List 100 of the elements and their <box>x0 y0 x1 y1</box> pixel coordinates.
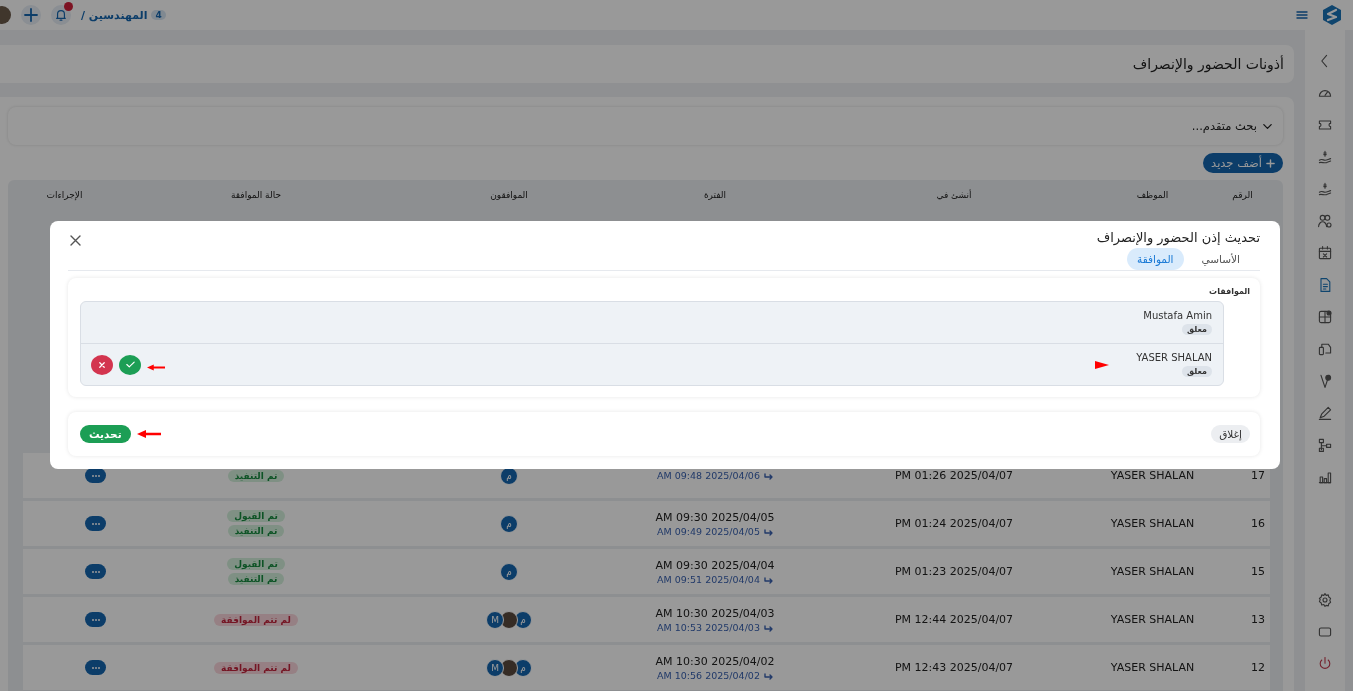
row-number: 12 <box>1251 661 1265 674</box>
count-badge: 4 <box>151 10 166 20</box>
period-end: AM 10:56 2025/04/02 <box>657 669 760 681</box>
plus-icon <box>1266 158 1275 168</box>
close-icon <box>70 235 81 246</box>
breadcrumb-link[interactable]: المهندسين / <box>81 8 148 22</box>
status-tag: تم القبول <box>227 558 285 570</box>
period-start: AM 10:30 2025/04/03 <box>655 606 775 620</box>
page-title: أذونات الحضور والإنصراف <box>0 45 1294 83</box>
rectangle-icon <box>1317 624 1333 640</box>
settings-icon <box>1317 592 1333 608</box>
column-header: الموافقون <box>490 190 528 200</box>
created-at: PM 12:43 2025/04/07 <box>894 661 1014 674</box>
status-tag: معلق <box>1182 324 1212 335</box>
reject-button[interactable] <box>91 354 113 375</box>
approver-avatar: م <box>500 514 518 533</box>
period-start: AM 09:30 2025/04/04 <box>655 558 775 572</box>
menu-icon[interactable] <box>1295 8 1309 22</box>
status-tag: تم القبول <box>227 510 285 522</box>
dots-icon <box>89 521 102 526</box>
advanced-search-toggle[interactable]: بحث متقدم... <box>8 107 1283 145</box>
created-at: PM 01:23 2025/04/07 <box>894 565 1014 578</box>
add-button[interactable] <box>21 5 41 25</box>
approver-name: YASER SHALAN <box>1136 352 1212 363</box>
column-header: الموظف <box>1136 190 1169 200</box>
tab[interactable]: الأساسي <box>1191 248 1250 270</box>
money-hand-icon <box>1317 181 1333 197</box>
column-header: حالة الموافقة <box>231 190 281 200</box>
status-tag: لم تتم الموافقة <box>214 613 298 626</box>
plus-icon <box>24 8 38 22</box>
row-number: 16 <box>1251 517 1265 530</box>
row-number: 13 <box>1251 613 1265 626</box>
status-tag: تم التنفيذ <box>227 525 285 537</box>
employee-name: YASER SHALAN <box>1110 613 1195 626</box>
users-gear-icon <box>1317 213 1333 229</box>
status-tag: لم تتم الموافقة <box>214 661 298 674</box>
status-tag: تم التنفيذ <box>227 573 285 585</box>
approver-avatar: M <box>486 610 504 629</box>
created-at: PM 01:26 2025/04/07 <box>894 469 1014 482</box>
employee-name: YASER SHALAN <box>1110 661 1195 674</box>
dialog-title: تحديث إذن الحضور والإنصراف <box>1096 230 1260 245</box>
approve-button[interactable] <box>119 354 141 375</box>
dots-icon <box>89 473 102 478</box>
check-icon <box>125 360 135 369</box>
return-arrow-icon <box>762 574 773 584</box>
return-arrow-icon <box>762 622 773 632</box>
employee-name: YASER SHALAN <box>1110 469 1195 482</box>
row-number: 17 <box>1251 469 1265 482</box>
power-icon <box>1317 656 1333 672</box>
approver-avatar: م <box>514 610 532 629</box>
dots-icon <box>89 617 102 622</box>
status-tag: تم التنفيذ <box>227 469 285 482</box>
tab[interactable]: الموافقة <box>1127 248 1184 270</box>
status-tag: معلق <box>1182 366 1212 377</box>
grid-icon <box>1317 309 1333 325</box>
logo-icon[interactable] <box>1321 4 1343 26</box>
close-dialog-button[interactable]: إغلاق <box>1211 425 1250 443</box>
return-arrow-icon <box>762 670 773 680</box>
update-button[interactable]: تحديث <box>80 425 131 443</box>
return-arrow-icon <box>762 526 773 536</box>
column-header: الرقم <box>1232 190 1253 200</box>
dots-icon <box>89 569 102 574</box>
annotation-arrow-icon <box>1095 359 1110 370</box>
notification-badge <box>64 2 73 11</box>
period-end: AM 09:49 2025/04/05 <box>657 525 760 537</box>
return-arrow-icon <box>762 471 773 480</box>
approver-avatar: م <box>500 562 518 581</box>
created-at: PM 01:24 2025/04/07 <box>894 517 1014 530</box>
employee-name: YASER SHALAN <box>1110 565 1195 578</box>
close-button[interactable] <box>70 235 81 246</box>
document-icon <box>1317 277 1333 293</box>
tree-icon <box>1317 437 1333 453</box>
money-hand-icon <box>1317 149 1333 165</box>
period-start: AM 10:30 2025/04/02 <box>655 654 775 668</box>
approver-name: Mustafa Amin <box>1143 310 1212 321</box>
column-header: الفترة <box>703 190 727 200</box>
pen-icon <box>1317 405 1333 421</box>
column-header: الإجراءات <box>46 190 83 200</box>
annotation-arrow-icon <box>147 363 165 372</box>
row-number: 15 <box>1251 565 1265 578</box>
employee-name: YASER SHALAN <box>1110 517 1195 530</box>
period-start: AM 09:30 2025/04/05 <box>655 510 775 524</box>
cards-icon <box>1317 341 1333 357</box>
approver-avatar: M <box>486 658 504 677</box>
annotation-arrow-icon <box>136 429 161 439</box>
period-end: AM 09:48 2025/04/06 <box>657 470 760 481</box>
add-new-button[interactable]: أضف جديد <box>1203 153 1283 173</box>
calendar-x-icon <box>1317 245 1333 261</box>
approver-avatar <box>500 610 518 629</box>
bell-icon <box>55 8 67 22</box>
approver-avatar: م <box>514 658 532 677</box>
created-at: PM 12:44 2025/04/07 <box>894 613 1014 626</box>
close-icon <box>98 360 106 369</box>
column-header: أنشئ في <box>936 190 972 200</box>
period-end: AM 09:51 2025/04/04 <box>657 573 760 585</box>
bar-chart-icon <box>1317 469 1333 485</box>
dots-icon <box>89 665 102 670</box>
ticket-icon <box>1317 117 1333 133</box>
section-label: الموافقات <box>1209 287 1250 296</box>
notifications-button[interactable] <box>51 5 71 25</box>
